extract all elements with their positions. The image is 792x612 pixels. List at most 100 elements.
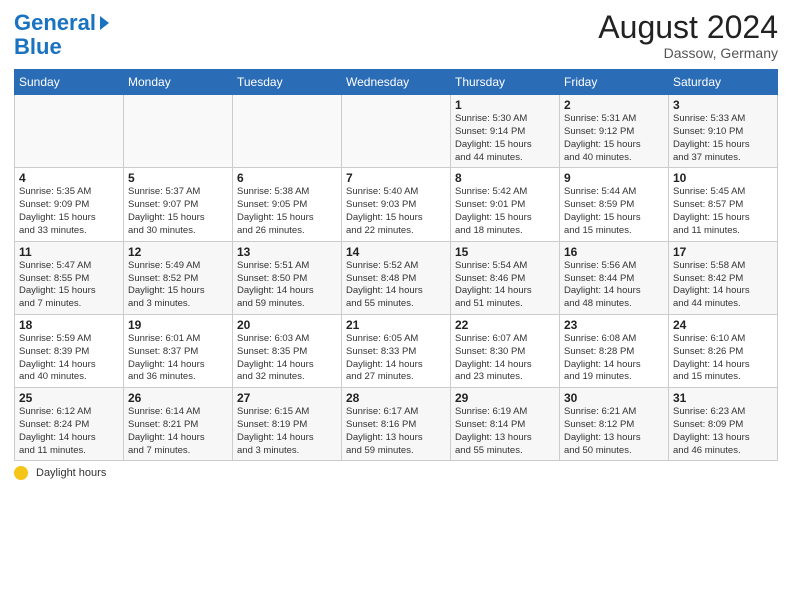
week-row-4: 18Sunrise: 5:59 AM Sunset: 8:39 PM Dayli… xyxy=(15,314,778,387)
day-info: Sunrise: 5:31 AM Sunset: 9:12 PM Dayligh… xyxy=(564,113,664,164)
day-number: 29 xyxy=(455,391,555,405)
day-number: 11 xyxy=(19,245,119,259)
day-number: 12 xyxy=(128,245,228,259)
day-info: Sunrise: 6:21 AM Sunset: 8:12 PM Dayligh… xyxy=(564,406,664,457)
day-header-friday: Friday xyxy=(560,70,669,95)
day-number: 13 xyxy=(237,245,337,259)
day-number: 5 xyxy=(128,171,228,185)
calendar-cell: 29Sunrise: 6:19 AM Sunset: 8:14 PM Dayli… xyxy=(451,388,560,461)
day-info: Sunrise: 5:49 AM Sunset: 8:52 PM Dayligh… xyxy=(128,260,228,311)
day-info: Sunrise: 5:30 AM Sunset: 9:14 PM Dayligh… xyxy=(455,113,555,164)
day-info: Sunrise: 6:12 AM Sunset: 8:24 PM Dayligh… xyxy=(19,406,119,457)
day-info: Sunrise: 6:17 AM Sunset: 8:16 PM Dayligh… xyxy=(346,406,446,457)
logo-blue: Blue xyxy=(14,34,62,59)
calendar-cell: 26Sunrise: 6:14 AM Sunset: 8:21 PM Dayli… xyxy=(124,388,233,461)
calendar-cell: 25Sunrise: 6:12 AM Sunset: 8:24 PM Dayli… xyxy=(15,388,124,461)
day-info: Sunrise: 6:03 AM Sunset: 8:35 PM Dayligh… xyxy=(237,333,337,384)
day-info: Sunrise: 5:40 AM Sunset: 9:03 PM Dayligh… xyxy=(346,186,446,237)
day-number: 31 xyxy=(673,391,773,405)
week-row-5: 25Sunrise: 6:12 AM Sunset: 8:24 PM Dayli… xyxy=(15,388,778,461)
day-info: Sunrise: 5:35 AM Sunset: 9:09 PM Dayligh… xyxy=(19,186,119,237)
page: General Blue August 2024 Dassow, Germany… xyxy=(0,0,792,612)
day-number: 26 xyxy=(128,391,228,405)
day-info: Sunrise: 5:51 AM Sunset: 8:50 PM Dayligh… xyxy=(237,260,337,311)
day-number: 6 xyxy=(237,171,337,185)
title-block: August 2024 Dassow, Germany xyxy=(598,10,778,61)
day-number: 4 xyxy=(19,171,119,185)
week-row-2: 4Sunrise: 5:35 AM Sunset: 9:09 PM Daylig… xyxy=(15,168,778,241)
footer-note: Daylight hours xyxy=(14,466,778,480)
calendar-cell: 3Sunrise: 5:33 AM Sunset: 9:10 PM Daylig… xyxy=(669,95,778,168)
calendar-cell: 19Sunrise: 6:01 AM Sunset: 8:37 PM Dayli… xyxy=(124,314,233,387)
day-info: Sunrise: 6:05 AM Sunset: 8:33 PM Dayligh… xyxy=(346,333,446,384)
calendar-cell: 9Sunrise: 5:44 AM Sunset: 8:59 PM Daylig… xyxy=(560,168,669,241)
calendar-cell: 17Sunrise: 5:58 AM Sunset: 8:42 PM Dayli… xyxy=(669,241,778,314)
daylight-label: Daylight hours xyxy=(36,467,106,479)
day-number: 20 xyxy=(237,318,337,332)
day-number: 10 xyxy=(673,171,773,185)
day-number: 18 xyxy=(19,318,119,332)
calendar-cell: 5Sunrise: 5:37 AM Sunset: 9:07 PM Daylig… xyxy=(124,168,233,241)
day-number: 16 xyxy=(564,245,664,259)
calendar-cell xyxy=(342,95,451,168)
day-info: Sunrise: 5:33 AM Sunset: 9:10 PM Dayligh… xyxy=(673,113,773,164)
day-info: Sunrise: 5:45 AM Sunset: 8:57 PM Dayligh… xyxy=(673,186,773,237)
day-info: Sunrise: 5:56 AM Sunset: 8:44 PM Dayligh… xyxy=(564,260,664,311)
day-number: 25 xyxy=(19,391,119,405)
day-info: Sunrise: 5:37 AM Sunset: 9:07 PM Dayligh… xyxy=(128,186,228,237)
day-header-saturday: Saturday xyxy=(669,70,778,95)
day-number: 23 xyxy=(564,318,664,332)
calendar-cell: 2Sunrise: 5:31 AM Sunset: 9:12 PM Daylig… xyxy=(560,95,669,168)
calendar-table: SundayMondayTuesdayWednesdayThursdayFrid… xyxy=(14,69,778,461)
day-info: Sunrise: 6:19 AM Sunset: 8:14 PM Dayligh… xyxy=(455,406,555,457)
calendar-cell: 11Sunrise: 5:47 AM Sunset: 8:55 PM Dayli… xyxy=(15,241,124,314)
day-number: 28 xyxy=(346,391,446,405)
logo-general: General xyxy=(14,10,96,36)
day-number: 24 xyxy=(673,318,773,332)
calendar-cell: 23Sunrise: 6:08 AM Sunset: 8:28 PM Dayli… xyxy=(560,314,669,387)
day-header-sunday: Sunday xyxy=(15,70,124,95)
day-header-thursday: Thursday xyxy=(451,70,560,95)
week-row-3: 11Sunrise: 5:47 AM Sunset: 8:55 PM Dayli… xyxy=(15,241,778,314)
header: General Blue August 2024 Dassow, Germany xyxy=(14,10,778,61)
calendar-cell: 10Sunrise: 5:45 AM Sunset: 8:57 PM Dayli… xyxy=(669,168,778,241)
day-info: Sunrise: 6:08 AM Sunset: 8:28 PM Dayligh… xyxy=(564,333,664,384)
calendar-cell: 27Sunrise: 6:15 AM Sunset: 8:19 PM Dayli… xyxy=(233,388,342,461)
calendar-cell xyxy=(15,95,124,168)
calendar-cell: 24Sunrise: 6:10 AM Sunset: 8:26 PM Dayli… xyxy=(669,314,778,387)
day-info: Sunrise: 5:52 AM Sunset: 8:48 PM Dayligh… xyxy=(346,260,446,311)
days-header-row: SundayMondayTuesdayWednesdayThursdayFrid… xyxy=(15,70,778,95)
day-number: 14 xyxy=(346,245,446,259)
day-info: Sunrise: 6:14 AM Sunset: 8:21 PM Dayligh… xyxy=(128,406,228,457)
day-info: Sunrise: 5:44 AM Sunset: 8:59 PM Dayligh… xyxy=(564,186,664,237)
day-number: 2 xyxy=(564,98,664,112)
calendar-cell xyxy=(233,95,342,168)
day-info: Sunrise: 6:07 AM Sunset: 8:30 PM Dayligh… xyxy=(455,333,555,384)
calendar-cell: 28Sunrise: 6:17 AM Sunset: 8:16 PM Dayli… xyxy=(342,388,451,461)
calendar-cell: 7Sunrise: 5:40 AM Sunset: 9:03 PM Daylig… xyxy=(342,168,451,241)
calendar-cell: 30Sunrise: 6:21 AM Sunset: 8:12 PM Dayli… xyxy=(560,388,669,461)
calendar-cell: 8Sunrise: 5:42 AM Sunset: 9:01 PM Daylig… xyxy=(451,168,560,241)
day-info: Sunrise: 6:10 AM Sunset: 8:26 PM Dayligh… xyxy=(673,333,773,384)
day-header-wednesday: Wednesday xyxy=(342,70,451,95)
day-number: 8 xyxy=(455,171,555,185)
day-info: Sunrise: 5:59 AM Sunset: 8:39 PM Dayligh… xyxy=(19,333,119,384)
calendar-cell: 14Sunrise: 5:52 AM Sunset: 8:48 PM Dayli… xyxy=(342,241,451,314)
day-info: Sunrise: 5:54 AM Sunset: 8:46 PM Dayligh… xyxy=(455,260,555,311)
calendar-cell xyxy=(124,95,233,168)
calendar-cell: 13Sunrise: 5:51 AM Sunset: 8:50 PM Dayli… xyxy=(233,241,342,314)
day-number: 21 xyxy=(346,318,446,332)
day-header-monday: Monday xyxy=(124,70,233,95)
logo: General Blue xyxy=(14,10,109,60)
day-number: 9 xyxy=(564,171,664,185)
day-info: Sunrise: 5:58 AM Sunset: 8:42 PM Dayligh… xyxy=(673,260,773,311)
calendar-cell: 31Sunrise: 6:23 AM Sunset: 8:09 PM Dayli… xyxy=(669,388,778,461)
month-year-title: August 2024 xyxy=(598,10,778,45)
calendar-cell: 21Sunrise: 6:05 AM Sunset: 8:33 PM Dayli… xyxy=(342,314,451,387)
sun-icon xyxy=(14,466,28,480)
day-number: 7 xyxy=(346,171,446,185)
day-info: Sunrise: 6:23 AM Sunset: 8:09 PM Dayligh… xyxy=(673,406,773,457)
day-info: Sunrise: 5:47 AM Sunset: 8:55 PM Dayligh… xyxy=(19,260,119,311)
calendar-cell: 12Sunrise: 5:49 AM Sunset: 8:52 PM Dayli… xyxy=(124,241,233,314)
location-subtitle: Dassow, Germany xyxy=(598,45,778,61)
